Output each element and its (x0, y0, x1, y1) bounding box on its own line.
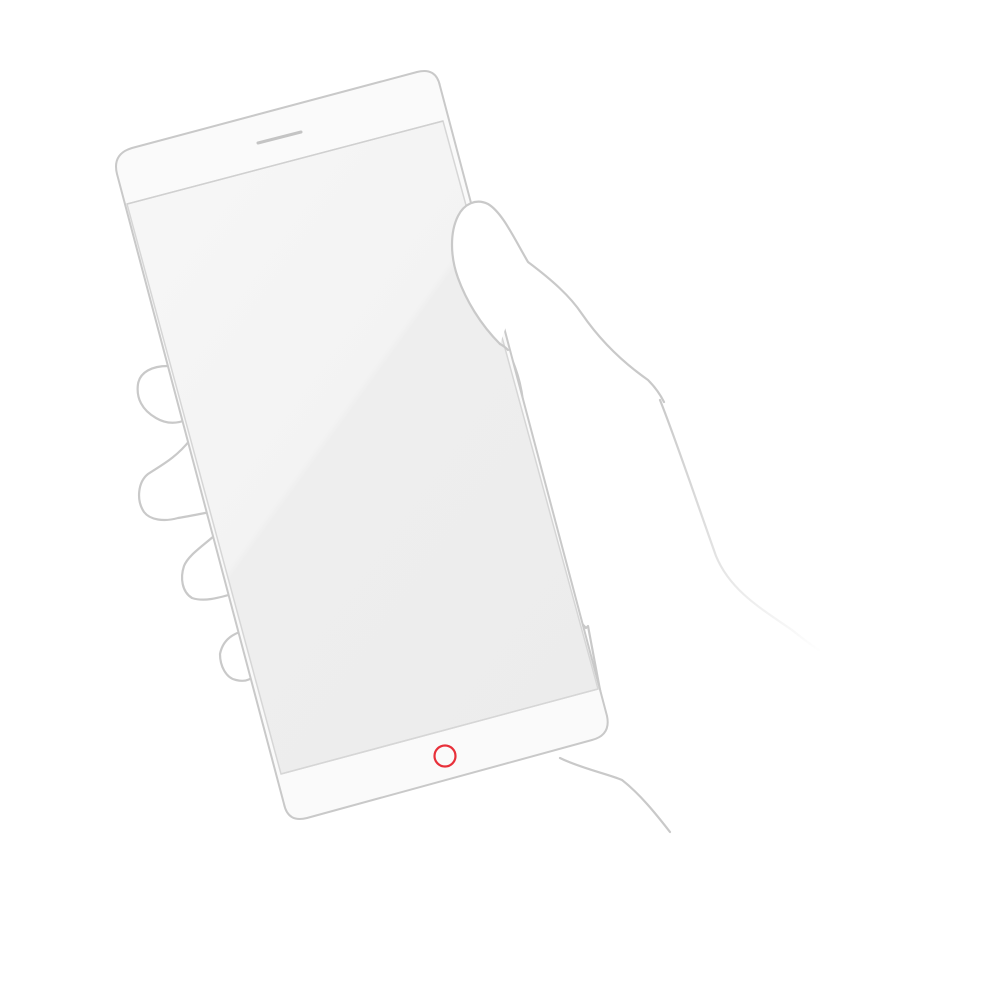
arm-outline (658, 398, 824, 654)
phone-screen (126, 120, 599, 775)
illustration-canvas (115, 70, 824, 834)
palm-top-outline (526, 260, 666, 404)
phone (115, 70, 609, 820)
phone-in-hand-illustration (0, 0, 1000, 1000)
